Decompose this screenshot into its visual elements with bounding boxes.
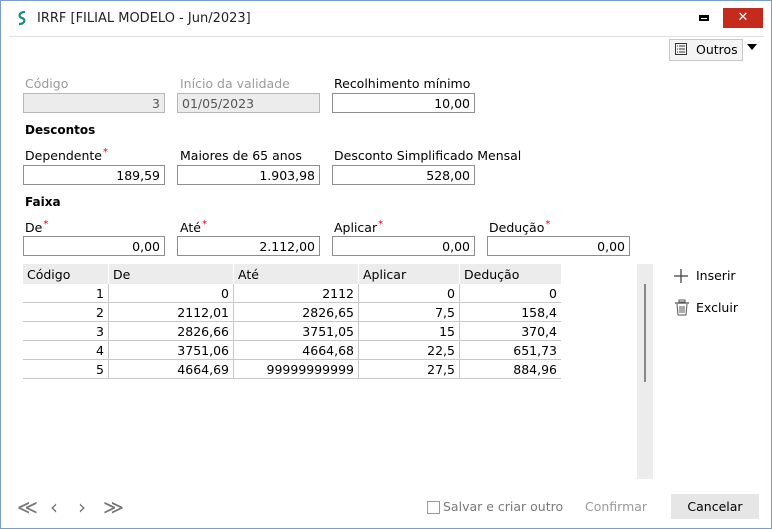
- excluir-button[interactable]: Excluir: [674, 299, 746, 317]
- table-cell: 99999999999: [233, 359, 359, 379]
- de-field[interactable]: 0,00: [23, 236, 165, 256]
- descontos-section-title: Descontos: [25, 123, 96, 137]
- first-record-icon[interactable]: ≪: [17, 495, 38, 519]
- table-cell: 4: [23, 340, 109, 360]
- table-header-row: Código De Até Aplicar Dedução: [23, 264, 561, 284]
- table-cell: 2112: [233, 284, 359, 303]
- table-row[interactable]: 4 3751,06 4664,68 22,5 651,73: [23, 340, 561, 360]
- codigo-field: 3: [23, 93, 165, 113]
- outros-button[interactable]: Outros: [669, 39, 743, 61]
- salvar-criar-outro-label[interactable]: Salvar e criar outro: [443, 499, 563, 514]
- column-header-ate[interactable]: Até: [233, 264, 359, 284]
- de-label: De*: [25, 219, 49, 235]
- deducao-label: Dedução*: [489, 219, 551, 235]
- deducao-field[interactable]: 0,00: [487, 236, 630, 256]
- table-cell: 15: [358, 321, 460, 341]
- maiores65-label: Maiores de 65 anos: [180, 148, 302, 163]
- table-cell: 22,5: [358, 340, 460, 360]
- title-bar: IRRF [FILIAL MODELO - Jun/2023] ✕: [1, 1, 771, 35]
- column-header-aplicar[interactable]: Aplicar: [358, 264, 460, 284]
- outros-label: Outros: [696, 42, 738, 57]
- dependente-label: Dependente*: [25, 147, 109, 163]
- table-cell: 0: [108, 284, 234, 303]
- table-cell: 0: [459, 284, 561, 303]
- dialog-window: IRRF [FILIAL MODELO - Jun/2023] ✕ Outros…: [0, 0, 772, 529]
- table-cell: 5: [23, 359, 109, 379]
- simplificado-label: Desconto Simplificado Mensal: [334, 148, 522, 163]
- table-row[interactable]: 1 0 2112 0 0: [23, 284, 561, 303]
- salvar-criar-outro-checkbox[interactable]: [427, 501, 440, 514]
- table-cell: 2826,66: [108, 321, 234, 341]
- faixa-table: Código De Até Aplicar Dedução 1 0 2112 0 0 2 2…: [23, 264, 561, 379]
- previous-record-icon[interactable]: ‹: [50, 495, 58, 519]
- table-row[interactable]: 5 4664,69 99999999999 27,5 884,96: [23, 359, 561, 379]
- faixa-section-title: Faixa: [25, 195, 61, 209]
- inserir-label: Inserir: [696, 268, 736, 283]
- maiores65-field[interactable]: 1.903,98: [177, 165, 320, 185]
- table-cell: 27,5: [358, 359, 460, 379]
- confirmar-button[interactable]: Confirmar: [585, 499, 647, 514]
- recolhimento-label: Recolhimento mínimo: [334, 76, 471, 91]
- table-row[interactable]: 2 2112,01 2826,65 7,5 158,4: [23, 302, 561, 322]
- window-title: IRRF [FILIAL MODELO - Jun/2023]: [37, 11, 251, 26]
- codigo-label: Código: [25, 76, 69, 91]
- table-cell: 4664,69: [108, 359, 234, 379]
- ate-label: Até*: [180, 219, 207, 235]
- app-logo-icon: [18, 10, 26, 26]
- ate-field[interactable]: 2.112,00: [177, 236, 320, 256]
- table-cell: 884,96: [459, 359, 561, 379]
- table-cell: 4664,68: [233, 340, 359, 360]
- excluir-label: Excluir: [696, 300, 738, 315]
- inicio-validade-field: 01/05/2023: [177, 93, 320, 113]
- table-cell: 3: [23, 321, 109, 341]
- table-cell: 0: [358, 284, 460, 303]
- inicio-validade-label: Início da validade: [180, 76, 290, 91]
- table-cell: 2112,01: [108, 302, 234, 322]
- table-cell: 2826,65: [233, 302, 359, 322]
- recolhimento-field[interactable]: 10,00: [332, 93, 475, 113]
- plus-icon: [674, 269, 688, 283]
- aplicar-field[interactable]: 0,00: [332, 236, 475, 256]
- inserir-button[interactable]: Inserir: [673, 267, 745, 285]
- table-cell: 158,4: [459, 302, 561, 322]
- table-row[interactable]: 3 2826,66 3751,05 15 370,4: [23, 321, 561, 341]
- table-cell: 7,5: [358, 302, 460, 322]
- column-header-deducao[interactable]: Dedução: [459, 264, 561, 284]
- next-record-icon[interactable]: ›: [78, 495, 86, 519]
- chevron-down-icon[interactable]: [747, 44, 757, 50]
- table-cell: 3751,06: [108, 340, 234, 360]
- cancelar-button[interactable]: Cancelar: [671, 494, 759, 519]
- aplicar-label: Aplicar*: [334, 219, 384, 235]
- column-header-codigo[interactable]: Código: [23, 264, 109, 284]
- trash-icon: [675, 299, 689, 316]
- table-cell: 3751,05: [233, 321, 359, 341]
- table-cell: 651,73: [459, 340, 561, 360]
- column-header-de[interactable]: De: [108, 264, 234, 284]
- title-separator: [9, 36, 764, 37]
- table-scrollbar[interactable]: [637, 264, 653, 479]
- maximize-button[interactable]: [695, 9, 715, 27]
- table-cell: 370,4: [459, 321, 561, 341]
- table-cell: 1: [23, 284, 109, 303]
- close-button[interactable]: ✕: [723, 8, 763, 28]
- simplificado-field[interactable]: 528,00: [332, 165, 475, 185]
- table-cell: 2: [23, 302, 109, 322]
- list-icon: [675, 43, 687, 55]
- scrollbar-thumb[interactable]: [644, 284, 646, 382]
- dependente-field[interactable]: 189,59: [23, 165, 165, 185]
- last-record-icon[interactable]: ≫: [103, 495, 124, 519]
